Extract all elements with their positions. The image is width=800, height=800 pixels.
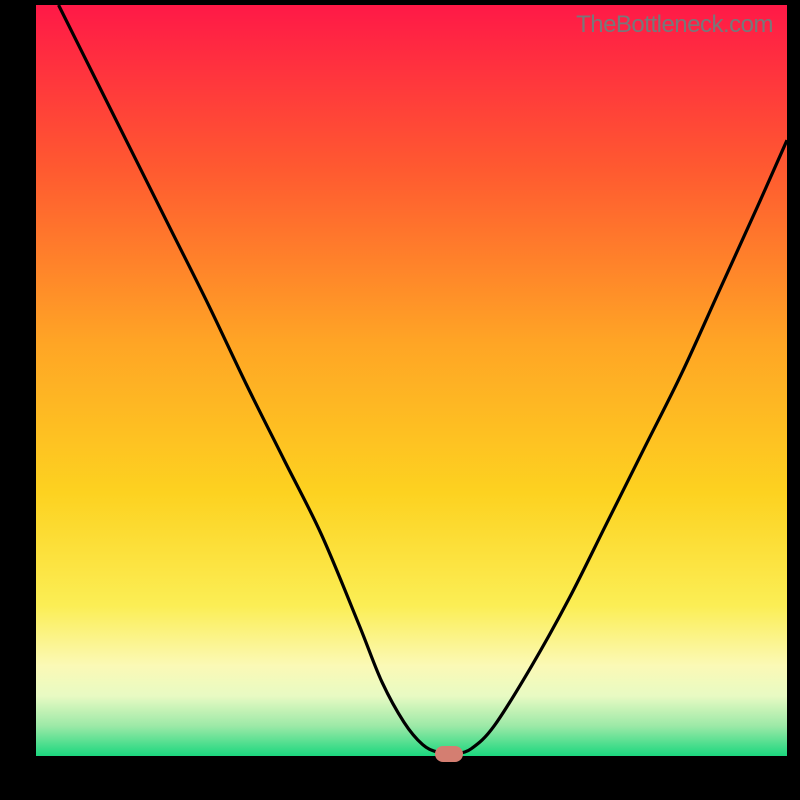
bottleneck-curve <box>36 5 787 756</box>
chart-frame: TheBottleneck.com <box>0 0 800 800</box>
attribution-label: TheBottleneck.com <box>576 11 773 39</box>
plot-area: TheBottleneck.com <box>36 5 787 756</box>
optimum-marker <box>435 746 463 762</box>
